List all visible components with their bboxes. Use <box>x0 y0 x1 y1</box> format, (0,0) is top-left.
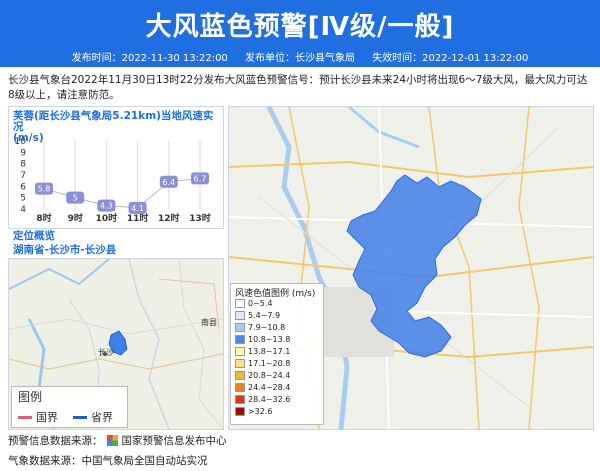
y-tick-label: 4 <box>20 205 26 215</box>
legend-item: 24.4~28.4 <box>235 382 290 393</box>
y-tick-label: 6 <box>20 182 26 192</box>
wind-speed-chart: 456789105.854.3 4.16.4 6.78时 9时 10时 11时 12时 13时 <box>15 137 211 224</box>
map-legend: 图例 国界 省界 <box>11 386 128 428</box>
legend-label: 7.9~10.8 <box>248 323 286 332</box>
data-label: 4.3 <box>100 202 113 211</box>
legend-national-border: 国界 <box>18 409 58 425</box>
legend-swatch <box>235 407 245 416</box>
legend-swatch <box>235 383 245 392</box>
legend-swatch <box>235 359 245 368</box>
warning-source-line: 预警信息数据来源： 国家预警信息发布中心 <box>8 433 227 448</box>
legend-swatch <box>235 335 245 344</box>
data-label: 4.1 <box>131 204 144 213</box>
wind-color-legend: 风速色值图例 (m/s) 0~5.4 5.4~7.9 7.9~10.8 10.8… <box>230 283 324 425</box>
data-label: 6.7 <box>194 174 207 183</box>
legend-swatch <box>235 299 245 308</box>
legend-item: 28.4~32.6 <box>235 394 290 405</box>
legend-swatch <box>235 395 245 404</box>
legend-label: 13.8~17.1 <box>248 347 291 356</box>
data-label: 6.4 <box>162 178 175 187</box>
province-border-line-icon <box>73 415 87 419</box>
wind-chart-title-text: 芙蓉(距长沙县气象局5.21km)当地风速实况 <box>13 110 214 133</box>
map-legend-title: 图例 <box>18 390 43 404</box>
data-label: 5.8 <box>38 185 51 194</box>
data-label: 5 <box>73 194 78 203</box>
x-tick-label: 9时 <box>68 212 83 224</box>
warning-header: 大风蓝色预警[Ⅳ级/一般] 发布时间：2022-11-30 13:22:00 发… <box>0 0 600 67</box>
publish-time: 发布时间：2022-11-30 13:22:00 <box>71 53 228 64</box>
legend-label: 24.4~28.4 <box>248 383 291 392</box>
legend-label: 10.8~13.8 <box>248 335 291 344</box>
y-tick-label: 9 <box>20 148 26 158</box>
weather-source-label: 气象数据来源：中国气象局全国自动站实况 <box>8 455 208 467</box>
legend-label: 28.4~32.6 <box>248 395 291 404</box>
x-tick-label: 12时 <box>158 212 180 224</box>
y-tick-label: 10 <box>15 137 27 147</box>
legend-item: 10.8~13.8 <box>235 334 290 345</box>
page-title: 大风蓝色预警[Ⅳ级/一般] <box>145 12 455 42</box>
legend-label: >32.6 <box>248 407 273 416</box>
y-tick-label: 5 <box>20 194 26 204</box>
x-tick-label: 10时 <box>96 212 118 224</box>
legend-item: 17.1~20.8 <box>235 358 290 369</box>
legend-item: 20.8~24.4 <box>235 370 290 381</box>
legend-item: 7.9~10.8 <box>235 322 285 333</box>
legend-item: 13.8~17.1 <box>235 346 290 357</box>
publisher: 发布单位：长沙县气象局 <box>245 53 355 64</box>
legend-swatch <box>235 371 245 380</box>
legend-item: >32.6 <box>235 406 273 417</box>
expire-time: 失效时间：2022-12-01 13:22:00 <box>372 53 529 64</box>
legend-label: 5.4~7.9 <box>248 311 281 320</box>
legend-swatch <box>235 347 245 356</box>
warning-meta: 发布时间：2022-11-30 13:22:00 发布单位：长沙县气象局 失效时… <box>0 49 600 64</box>
national-border-line-icon <box>18 415 32 419</box>
x-tick-label: 11时 <box>127 212 149 224</box>
legend-item: 0~5.4 <box>235 298 273 309</box>
legend-item: 5.4~7.9 <box>235 310 280 321</box>
legend-label: 0~5.4 <box>248 299 273 308</box>
y-tick-label: 8 <box>20 160 26 170</box>
warning-center-logo-icon <box>106 435 118 446</box>
legend-province-border: 省界 <box>73 409 113 425</box>
location-title: 定位概览 <box>13 230 55 242</box>
x-tick-label: 13时 <box>189 212 211 224</box>
x-tick-label: 8时 <box>36 212 51 224</box>
location-region: 湖南省-长沙市-长沙县 <box>13 244 117 256</box>
warning-description: 长沙县气象台2022年11月30日13时22分发布大风蓝色预警信号：预计长沙县未… <box>8 74 588 101</box>
legend-label: 20.8~24.4 <box>248 371 291 380</box>
legend-swatch <box>235 323 245 332</box>
weather-source-line: 气象数据来源：中国气象局全国自动站实况 <box>8 453 208 468</box>
national-border-label: 国界 <box>36 411 58 424</box>
y-tick-label: 7 <box>20 171 26 181</box>
province-border-label: 省界 <box>91 411 113 424</box>
town-label: 南县 <box>201 318 217 327</box>
legend-label: 17.1~20.8 <box>248 359 291 368</box>
city-label: 长沙 <box>98 348 114 357</box>
legend-swatch <box>235 311 245 320</box>
warning-source-name: 国家预警信息发布中心 <box>121 435 227 447</box>
warning-source-label: 预警信息数据来源： <box>8 435 103 447</box>
